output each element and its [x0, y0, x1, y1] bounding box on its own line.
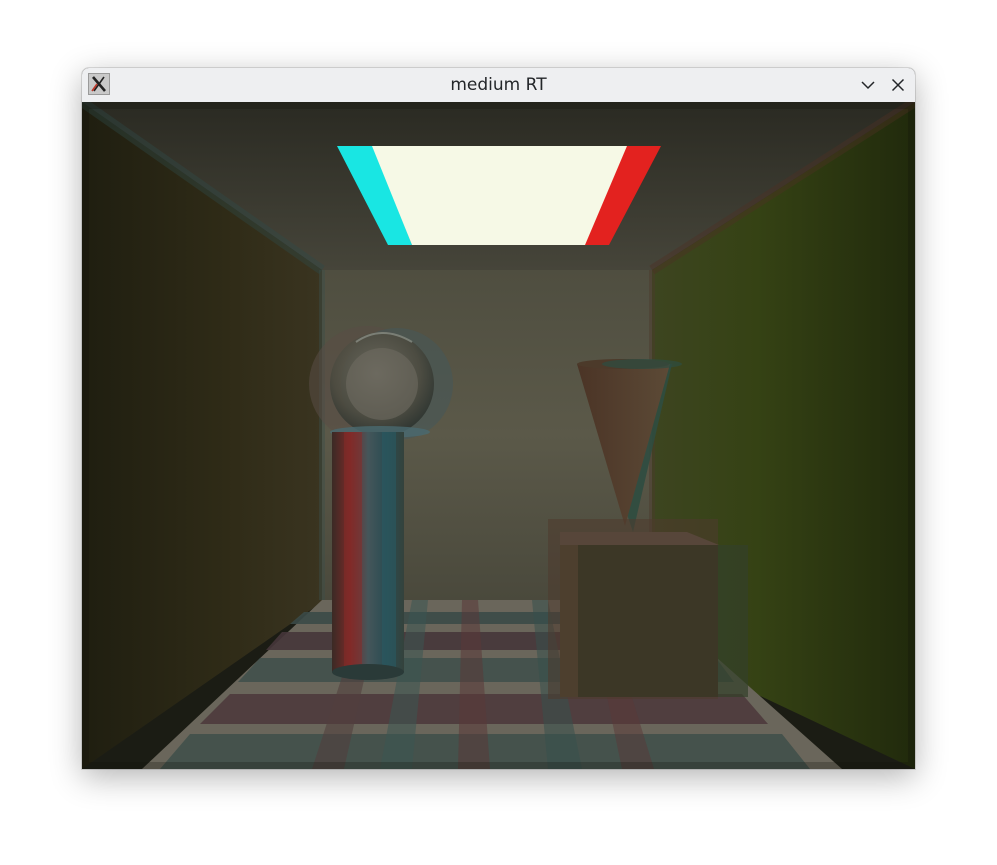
render-viewport[interactable]: [82, 102, 915, 769]
ceiling-light: [372, 146, 627, 245]
app-window: medium RT: [82, 68, 915, 769]
rendered-scene: [82, 102, 915, 769]
title-bar[interactable]: medium RT: [82, 68, 915, 103]
chevron-down-icon: [861, 81, 875, 90]
close-icon: [891, 78, 905, 92]
glass-sphere: [309, 326, 453, 442]
close-button[interactable]: [887, 74, 909, 96]
minimize-button[interactable]: [857, 74, 879, 96]
box: [548, 519, 748, 699]
window-title: medium RT: [450, 75, 547, 95]
